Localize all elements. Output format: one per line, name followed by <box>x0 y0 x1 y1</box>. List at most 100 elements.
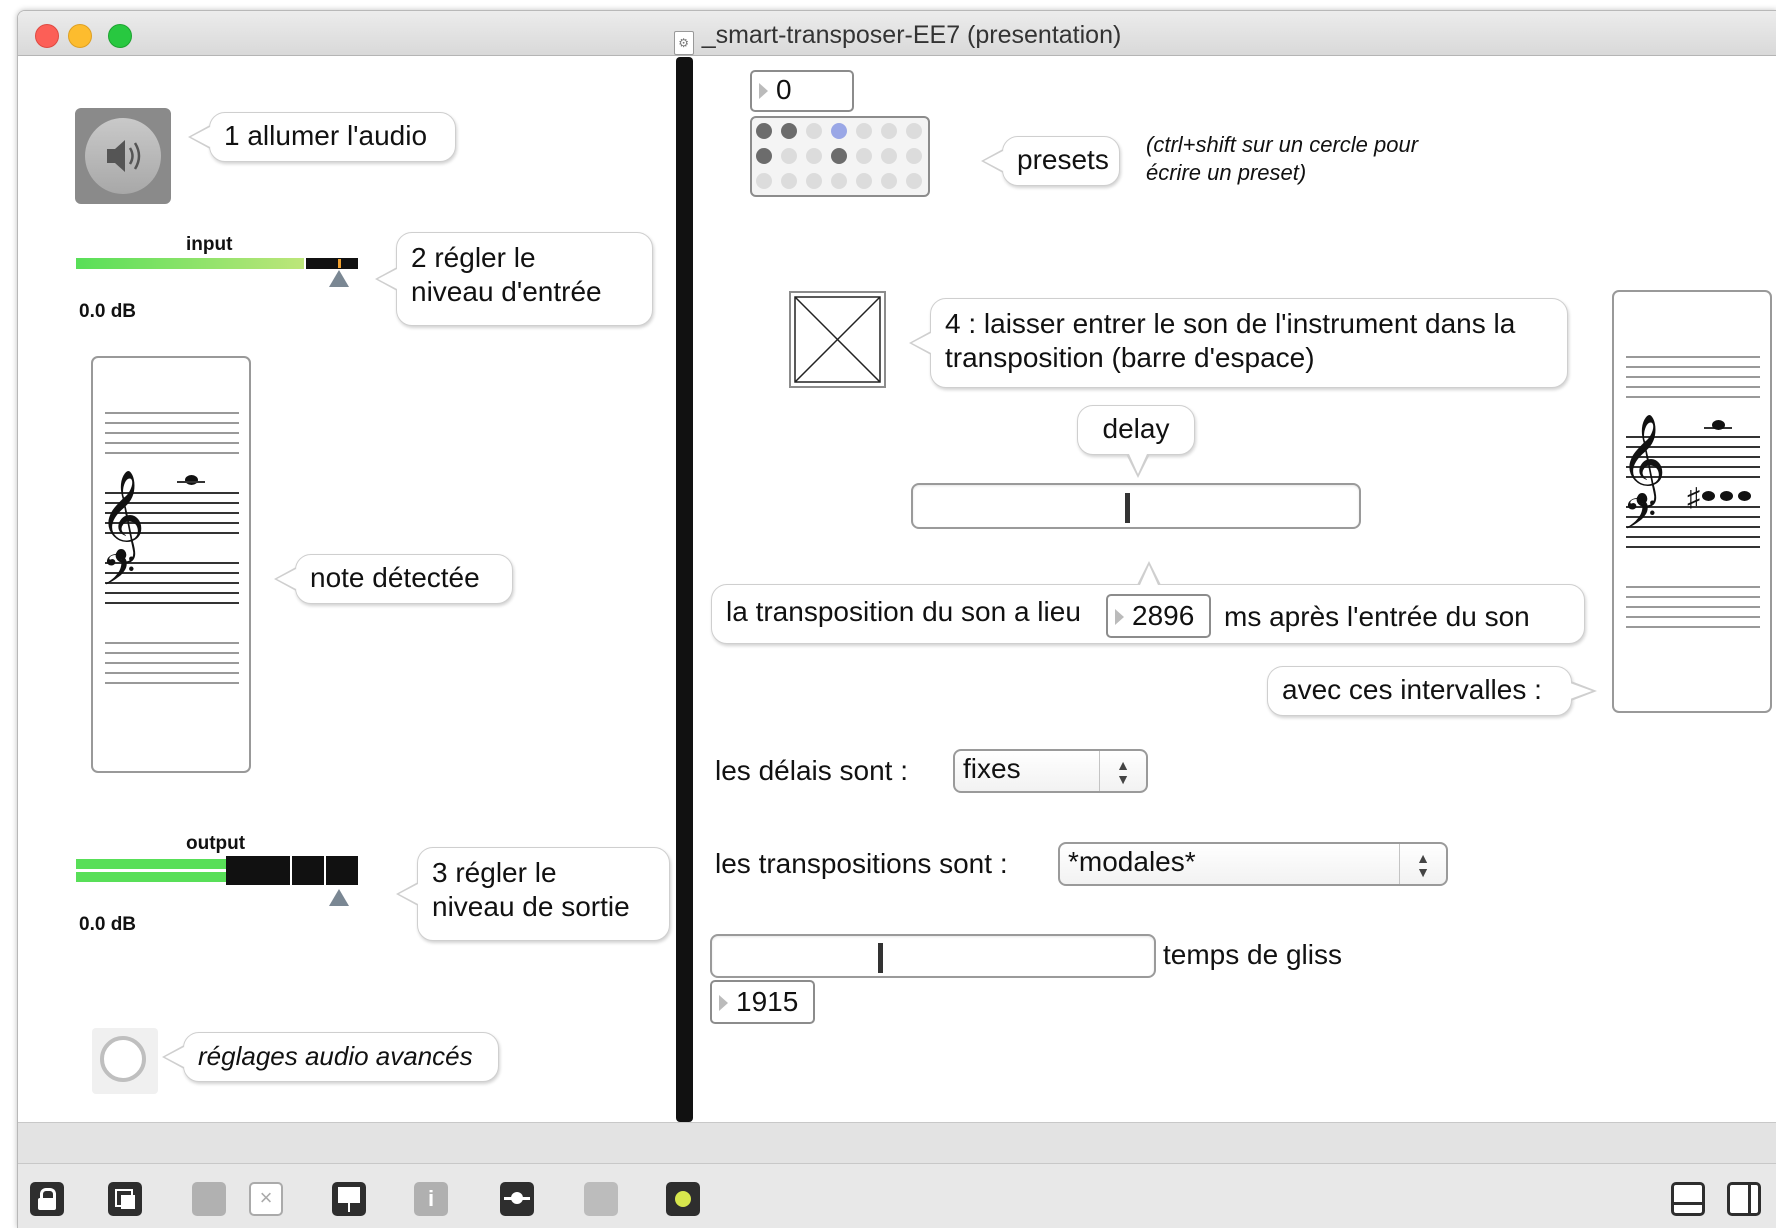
intervals-bubble: avec ces intervalles : <box>1267 666 1597 716</box>
input-meter-peak <box>338 259 341 268</box>
output-level-meter <box>76 856 358 885</box>
transpositions-dropdown-value: *modales* <box>1068 846 1196 877</box>
intervals-staff: 𝄞 𝄢 ♯ <box>1612 290 1772 713</box>
patcher-window: ⚙ _smart-transposer-EE7 (presentation) 1 … <box>17 10 1776 1228</box>
circle-icon <box>100 1036 146 1082</box>
delais-dropdown-value: fixes <box>963 753 1021 784</box>
note-hint-bubble: note détectée <box>274 554 513 604</box>
title-bar: ⚙ _smart-transposer-EE7 (presentation) <box>18 11 1776 56</box>
input-level-meter <box>76 258 358 269</box>
output-meter-empty <box>226 856 358 885</box>
gliss-label: temps de gliss <box>1163 939 1342 970</box>
audio-toggle-button[interactable] <box>75 108 171 204</box>
preset-number-value: 0 <box>776 74 792 105</box>
audio-hint-text: 1 allumer l'audio <box>224 120 428 151</box>
input-meter-fill <box>76 258 304 269</box>
gliss-value: 1915 <box>736 986 799 1017</box>
speaker-icon <box>85 118 161 194</box>
presets-hint: (ctrl+shift sur un cercle pour écrire un… <box>1146 131 1418 187</box>
updown-arrows-icon: ▲ ▼ <box>1099 751 1146 791</box>
input-hint-bubble: 2 régler le niveau d'entrée <box>375 232 653 326</box>
sharp-icon: ♯ <box>1687 482 1700 512</box>
input-gain-slider-handle[interactable] <box>329 270 349 287</box>
interval-note-head <box>1738 491 1751 501</box>
debug-icon[interactable] <box>666 1182 700 1216</box>
detected-note-staff: 𝄞 𝄢 <box>91 356 251 773</box>
detected-note-head <box>185 475 198 485</box>
output-meter-db: 0.0 dB <box>79 914 137 935</box>
step4-bubble: 4 : laisser entrer le son de l'instrumen… <box>909 298 1568 388</box>
presets-text: presets <box>1017 144 1109 175</box>
transpositions-dropdown[interactable]: *modales* ▲ ▼ <box>1058 842 1448 886</box>
advanced-audio-button[interactable] <box>92 1028 158 1094</box>
treble-clef-icon: 𝄞 <box>1620 414 1667 504</box>
status-bar <box>18 1122 1776 1163</box>
bass-clef-icon: 𝄢 <box>1623 490 1657 550</box>
output-hint-line-1: 3 régler le <box>432 857 557 888</box>
output-meter-fill-right <box>76 872 226 882</box>
output-gain-slider-handle[interactable] <box>329 889 349 906</box>
updown-arrows-icon: ▲ ▼ <box>1399 844 1446 884</box>
numbox-arrow-icon <box>719 995 728 1011</box>
preset-number-box[interactable]: 0 <box>750 70 854 112</box>
transpo-sentence-after: ms après l'entrée du son <box>1224 601 1530 632</box>
input-hint-line-1: 2 régler le <box>411 242 536 273</box>
delay-slider-knob[interactable] <box>1125 493 1131 523</box>
output-meter-fill-left <box>76 859 226 869</box>
panel-divider <box>676 57 693 1122</box>
input-hint-line-2: niveau d'entrée <box>411 276 602 307</box>
numbox-arrow-icon <box>759 83 768 99</box>
gliss-slider-knob[interactable] <box>877 943 883 973</box>
advanced-audio-bubble: réglages audio avancés <box>162 1032 499 1082</box>
presets-hint-line-1: (ctrl+shift sur un cercle pour <box>1146 132 1419 157</box>
step4-line-1: 4 : laisser entrer le son de l'instrumen… <box>945 308 1516 339</box>
output-hint-bubble: 3 régler le niveau de sortie <box>396 847 670 941</box>
window-title: ⚙ _smart-transposer-EE7 (presentation) <box>18 21 1776 55</box>
transpo-sentence-before: la transposition du son a lieu <box>726 596 1081 627</box>
ledger-line <box>177 481 205 483</box>
gliss-slider[interactable] <box>710 934 1156 978</box>
patch-cord-icon[interactable] <box>500 1182 534 1216</box>
numbox-arrow-icon <box>1115 609 1124 625</box>
delais-dropdown[interactable]: fixes ▲ ▼ <box>953 749 1148 793</box>
output-meter-label: output <box>186 833 246 854</box>
split-view-icon[interactable] <box>1671 1182 1705 1216</box>
delais-label: les délais sont : <box>715 755 908 786</box>
delay-slider[interactable] <box>911 483 1361 529</box>
info-icon[interactable]: i <box>414 1182 448 1216</box>
input-meter-db: 0.0 dB <box>79 301 137 322</box>
single-view-icon[interactable] <box>1727 1182 1761 1216</box>
palette-icon[interactable] <box>192 1182 226 1216</box>
note-hint-text: note détectée <box>310 562 480 593</box>
output-hint-line-2: niveau de sortie <box>432 891 630 922</box>
delay-ms-value: 2896 <box>1132 600 1195 631</box>
presets-bubble: presets <box>981 136 1120 186</box>
interval-note-head <box>1712 420 1725 430</box>
delay-bubble: delay <box>1077 405 1195 478</box>
audio-hint-bubble: 1 allumer l'audio <box>188 112 456 162</box>
transposition-toggle[interactable] <box>789 291 886 388</box>
presentation-icon[interactable] <box>332 1182 366 1216</box>
new-object-icon[interactable] <box>108 1182 142 1216</box>
document-icon: ⚙ <box>673 31 694 55</box>
treble-clef-icon: 𝄞 <box>99 470 146 560</box>
grid-icon[interactable] <box>584 1182 618 1216</box>
delay-ms-number-box[interactable]: 2896 <box>1106 594 1211 638</box>
lock-icon[interactable] <box>30 1182 64 1216</box>
input-meter-empty <box>306 258 358 269</box>
delay-text: delay <box>1102 413 1170 444</box>
delete-icon[interactable]: × <box>249 1182 283 1216</box>
window-title-text: _smart-transposer-EE7 (presentation) <box>701 21 1122 49</box>
interval-note-head <box>1720 491 1733 501</box>
x-cross-icon <box>794 296 881 383</box>
advanced-audio-text: réglages audio avancés <box>198 1041 473 1071</box>
transpositions-label: les transpositions sont : <box>715 848 1008 879</box>
presets-hint-line-2: écrire un preset) <box>1146 160 1307 185</box>
preset-grid[interactable] <box>750 116 930 197</box>
gliss-number-box[interactable]: 1915 <box>710 980 815 1024</box>
interval-note-head <box>1702 491 1715 501</box>
intervals-text: avec ces intervalles : <box>1282 674 1542 705</box>
input-meter-label: input <box>186 234 233 255</box>
bass-clef-icon: 𝄢 <box>102 546 136 606</box>
step4-line-2: transposition (barre d'espace) <box>945 342 1315 373</box>
